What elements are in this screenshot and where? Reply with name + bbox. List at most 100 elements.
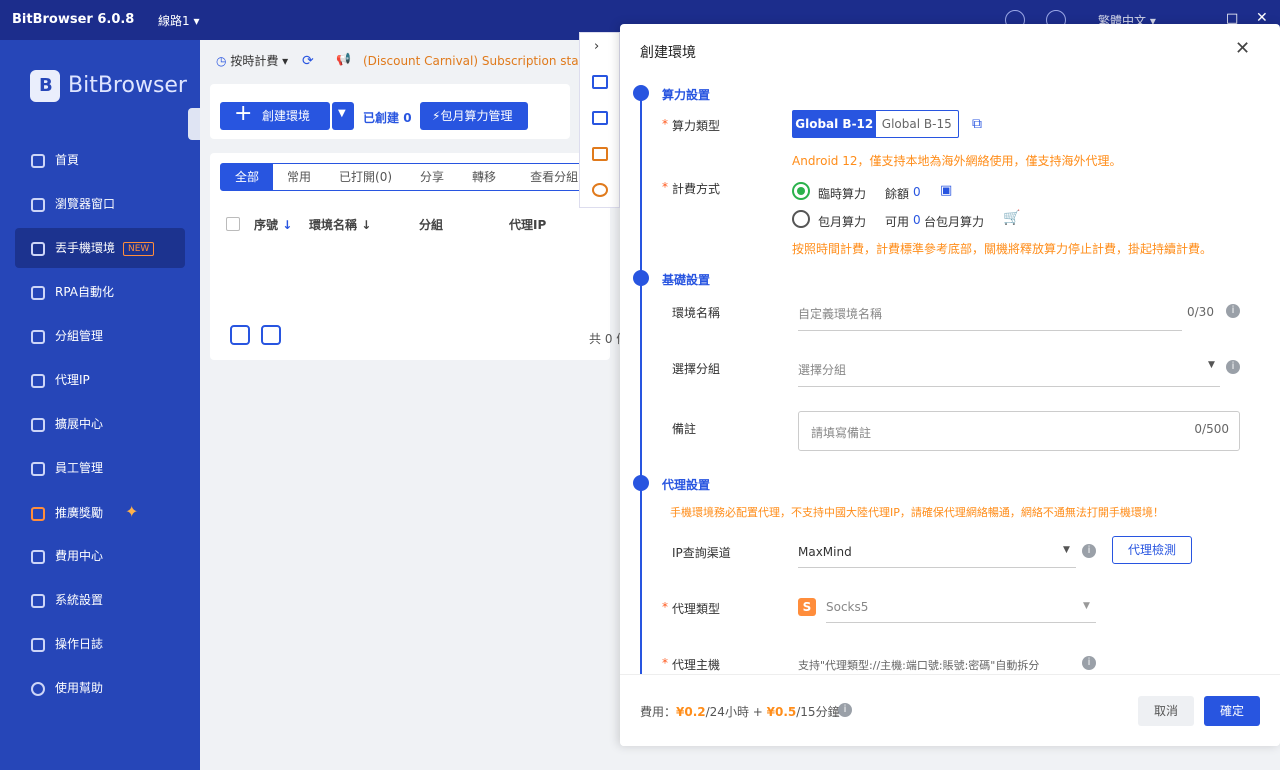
column-name[interactable]: 環境名稱 ↓ (309, 216, 371, 233)
tab-share[interactable]: 分享 (406, 164, 458, 190)
clear-icon[interactable] (261, 325, 281, 345)
create-dropdown-button[interactable]: ▼ (332, 102, 354, 130)
log-icon (31, 637, 45, 652)
discount-banner[interactable]: (Discount Carnival) Subscription start (363, 54, 588, 68)
env-name-input[interactable]: 自定義環境名稱 (798, 305, 1182, 331)
logo-text: BitBrowser (68, 73, 187, 98)
sidebar-item-proxy[interactable]: 代理IP (15, 360, 185, 400)
sidebar-item-logs[interactable]: 操作日誌 (15, 624, 185, 664)
sidebar-item-rpa[interactable]: RPA自動化 (15, 272, 185, 312)
robot-icon (31, 285, 45, 300)
sidebar-item-phone[interactable]: 丟手機環境 NEW (15, 228, 185, 268)
route-selector[interactable]: 線路1 ▾ (158, 12, 199, 29)
filter-tabs: 全部 常用 已打開(0) 分享 轉移 查看分組 (220, 163, 600, 191)
group-select[interactable]: 選擇分組 (798, 361, 1220, 387)
compute-type-note: Android 12，僅支持本地為海外網絡使用，僅支持海外代理。 (792, 154, 1122, 168)
sidebar-item-label: 操作日誌 (55, 637, 104, 651)
column-name-label: 環境名稱 (309, 218, 358, 232)
info-icon[interactable]: i (1226, 360, 1240, 374)
monthly-compute-label: 包月算力管理 (440, 109, 513, 123)
monthly-compute-button[interactable]: ⚡包月算力管理 (420, 102, 528, 130)
sidebar-item-label: 代理IP (55, 373, 90, 387)
remark-count: 0/500 (1194, 422, 1229, 436)
column-index[interactable]: 序號 ↓ (254, 216, 292, 233)
chevron-right-icon[interactable]: › (594, 39, 599, 54)
cancel-button[interactable]: 取消 (1138, 696, 1194, 726)
users-icon (31, 461, 45, 476)
radio-temp-compute[interactable] (792, 182, 810, 200)
wallet-icon[interactable]: ▣ (940, 183, 952, 198)
shield-icon (31, 549, 45, 564)
sidebar-item-label: 分組管理 (55, 329, 104, 343)
layers-icon (31, 329, 45, 344)
refresh-icon[interactable]: ⟳ (302, 53, 314, 69)
group-label: 選擇分組 (672, 362, 721, 376)
timeline-dot (633, 85, 649, 101)
billing-note: 按照時間計費，計費標準參考底部，關機將釋放算力停止計費，掛起持續計費。 (792, 242, 1213, 256)
created-label: 已創建 (363, 111, 400, 125)
fee-label: 費用： (640, 705, 677, 719)
new-badge: NEW (123, 241, 155, 256)
create-env-button[interactable]: 創建環境 (220, 100, 330, 130)
fee-15min: ¥0.5 (766, 705, 797, 719)
proxy-host-label: 代理主機 (662, 656, 720, 673)
compute-type-b12[interactable]: Global B-12 (793, 111, 876, 137)
sidebar-item-billing[interactable]: 費用中心 (15, 536, 185, 576)
sidebar-item-home[interactable]: 首頁 (15, 140, 185, 180)
confirm-button[interactable]: 確定 (1204, 696, 1260, 726)
ip-icon[interactable] (592, 147, 608, 161)
drawer-footer: 費用：¥0.2/24小時 + ¥0.5/15分鐘 i 取消 確定 (620, 674, 1280, 746)
fee-daily-unit: /24小時 + (705, 705, 763, 719)
ip-channel-select[interactable]: MaxMind (798, 545, 1076, 568)
billing-mode-selector[interactable]: ◷ 按時計費 ▾ ⟳ (216, 52, 314, 69)
compute-type-b15[interactable]: Global B-15 (876, 111, 959, 137)
proxy-host-input[interactable]: 支持"代理類型://主機:端口號:賬號:密碼"自動拆分 (798, 657, 1039, 673)
tab-opened[interactable]: 已打開(0) (325, 164, 406, 190)
keyboard-icon[interactable] (592, 75, 608, 89)
copy-icon[interactable]: ⧉ (972, 116, 982, 132)
info-icon[interactable]: i (838, 703, 852, 717)
tab-common[interactable]: 常用 (273, 164, 325, 190)
sidebar-item-label: 員工管理 (55, 461, 104, 475)
grid-settings-icon[interactable] (230, 325, 250, 345)
available-label: 可用 (885, 215, 910, 229)
sidebar-item-extensions[interactable]: 擴展中心 (15, 404, 185, 444)
clock-icon: ◷ (216, 54, 227, 68)
remark-textarea[interactable]: 請填寫備註 0/500 (798, 411, 1240, 451)
sidebar-item-label: 推廣獎勵 (55, 506, 104, 520)
remark-label: 備註 (672, 422, 697, 436)
sidebar-item-groups[interactable]: 分組管理 (15, 316, 185, 356)
info-icon[interactable]: i (1226, 304, 1240, 318)
ip-channel-label: IP查詢渠道 (672, 546, 731, 560)
info-icon[interactable]: i (1082, 656, 1096, 670)
monthly-compute-option-label: 包月算力 (818, 215, 867, 229)
cart-icon[interactable]: 🛒 (1003, 210, 1020, 226)
sidebar-item-help[interactable]: 使用幫助 (15, 668, 185, 708)
info-icon[interactable]: i (1082, 544, 1096, 558)
radio-monthly-compute[interactable] (792, 210, 810, 228)
help-icon (31, 681, 45, 696)
sidebar-item-browser[interactable]: 瀏覽器窗口 (15, 184, 185, 224)
grid-icon (31, 197, 45, 212)
compute-type-label: 算力類型 (662, 117, 720, 134)
select-all-checkbox[interactable] (226, 217, 240, 231)
sidebar-item-staff[interactable]: 員工管理 (15, 448, 185, 488)
column-group: 分組 (419, 218, 444, 232)
created-value: 0 (403, 111, 412, 125)
compute-type-segment: Global B-12 Global B-15 (792, 110, 959, 138)
close-icon[interactable]: ✕ (1235, 38, 1250, 59)
proxy-type-select[interactable]: Socks5 (826, 600, 1096, 623)
tab-all[interactable]: 全部 (221, 164, 274, 190)
screen-icon[interactable] (592, 111, 608, 125)
sidebar-collapse-handle[interactable] (188, 108, 200, 140)
section-proxy: 代理設置 (662, 478, 711, 492)
tab-transfer[interactable]: 轉移 (458, 164, 510, 190)
env-name-label: 環境名稱 (672, 306, 721, 320)
proxy-warning: 手機環境務必配置代理，不支持中國大陸代理IP，請確保代理網絡暢通，網絡不通無法打… (670, 506, 1164, 519)
column-proxy: 代理IP (509, 218, 547, 232)
cloud-icon (31, 241, 45, 256)
fingerprint-icon[interactable] (592, 183, 608, 197)
sidebar-item-referral[interactable]: 推廣獎勵 ✦ (15, 492, 185, 532)
proxy-check-button[interactable]: 代理檢測 (1112, 536, 1192, 564)
sidebar-item-settings[interactable]: 系統設置 (15, 580, 185, 620)
